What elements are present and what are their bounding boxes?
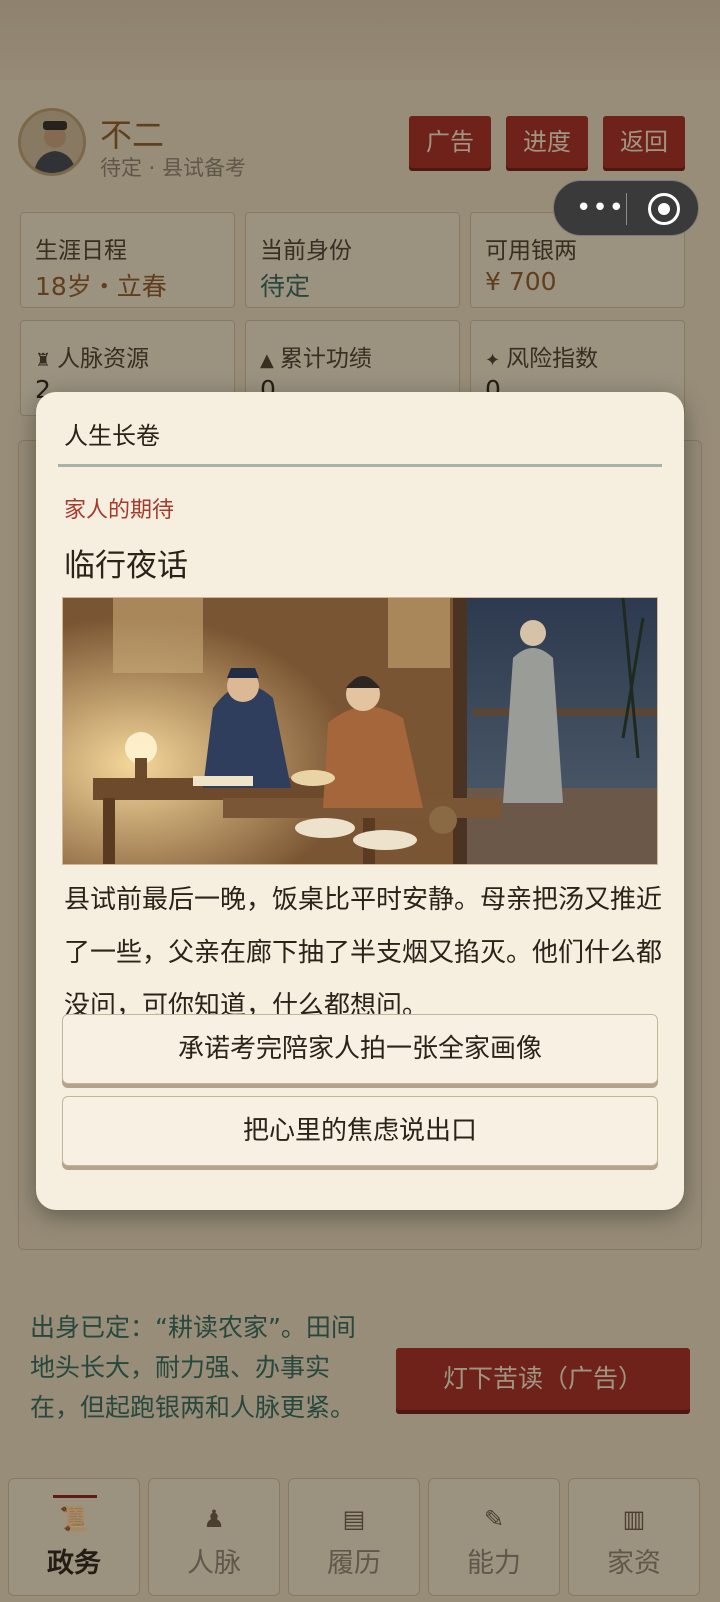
event-title: 临行夜话 xyxy=(64,548,188,584)
miniprogram-capsule: ••• xyxy=(553,180,699,236)
event-illustration xyxy=(62,597,658,865)
capsule-divider xyxy=(626,193,627,225)
event-category: 家人的期待 xyxy=(64,498,175,523)
event-body: 县试前最后一晚，饭桌比平时安静。母亲把汤又推近了一些，父亲在廊下抽了半支烟又掐灭… xyxy=(64,885,663,1021)
event-modal: 人生长卷 家人的期待 临行夜话 县试前最后一晚，饭桌比平时安静。母亲把汤又推近了… xyxy=(36,392,684,1210)
choice-button-share-anxiety[interactable]: 把心里的焦虑说出口 xyxy=(62,1096,658,1166)
more-icon[interactable]: ••• xyxy=(576,193,625,223)
modal-title: 人生长卷 xyxy=(64,422,160,450)
close-miniprogram-icon[interactable] xyxy=(648,193,680,225)
modal-divider xyxy=(58,464,662,467)
choice-button-family-portrait[interactable]: 承诺考完陪家人拍一张全家画像 xyxy=(62,1014,658,1084)
